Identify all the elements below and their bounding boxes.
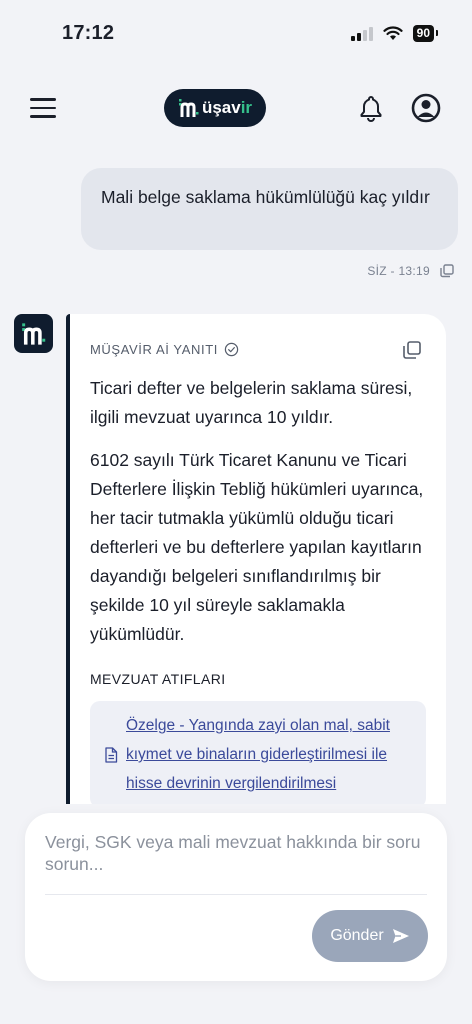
ai-response-header: MÜŞAVİR Aİ YANITI: [90, 338, 426, 360]
status-time: 17:12: [62, 22, 115, 44]
user-message-bubble: Mali belge saklama hükümlülüğü kaç yıldı…: [81, 168, 458, 250]
logo-text-main: üşav: [201, 98, 241, 117]
composer-divider: [45, 894, 427, 895]
battery-indicator: 90: [412, 25, 439, 42]
copy-icon[interactable]: [440, 264, 454, 278]
ai-response-card: MÜŞAVİR Aİ YANITI Ticari defter ve belge…: [66, 314, 446, 804]
app-logo[interactable]: üşavir: [164, 89, 266, 127]
reference-item[interactable]: Özelge - Yangında zayi olan mal, sabit k…: [90, 701, 426, 804]
ai-avatar: [14, 314, 53, 353]
message-composer: Gönder: [25, 813, 447, 981]
menu-icon[interactable]: [30, 94, 62, 122]
status-bar: 17:12 90: [0, 0, 472, 70]
ai-response-paragraph: Ticari defter ve belgelerin saklama süre…: [90, 378, 413, 427]
logo-text: üşavir: [202, 98, 252, 118]
app-header: üşavir: [0, 86, 472, 130]
user-message-timestamp: SİZ - 13:19: [367, 264, 430, 278]
copy-icon[interactable]: [402, 340, 422, 360]
document-icon: [105, 746, 118, 763]
ai-response-paragraph: 6102 sayılı Türk Ticaret Kanunu ve Ticar…: [90, 450, 424, 644]
ai-logo-icon: [21, 322, 45, 345]
status-icons: 90: [350, 25, 439, 42]
send-icon: [392, 929, 409, 943]
wifi-icon: [383, 26, 403, 40]
send-button-label: Gönder: [330, 927, 384, 944]
signal-icon: [350, 26, 373, 41]
user-icon[interactable]: [411, 93, 441, 123]
references-heading: MEVZUAT ATIFLARI: [90, 671, 226, 687]
ai-response-label: MÜŞAVİR Aİ YANITI: [90, 341, 218, 357]
send-button[interactable]: Gönder: [312, 910, 428, 962]
bell-icon[interactable]: [357, 94, 385, 122]
check-circle-icon: [224, 342, 239, 356]
logo-text-accent: ir: [240, 98, 253, 117]
logo-mark-icon: [178, 97, 200, 119]
reference-link[interactable]: Özelge - Yangında zayi olan mal, sabit k…: [126, 711, 412, 798]
question-input[interactable]: [45, 831, 430, 891]
user-message-meta: SİZ - 13:19: [367, 264, 454, 278]
